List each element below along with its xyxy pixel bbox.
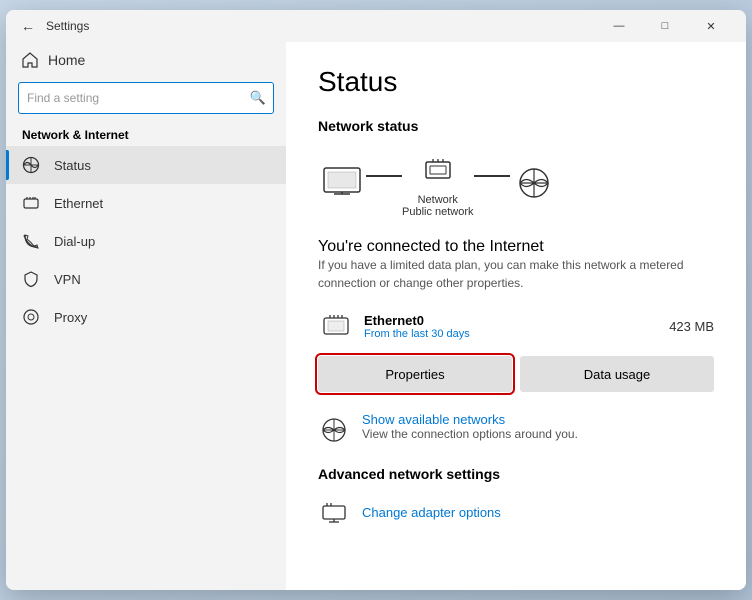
minimize-button[interactable]: — <box>596 10 642 42</box>
advanced-section-title: Advanced network settings <box>318 466 714 482</box>
show-networks-sub: View the connection options around you. <box>362 427 578 441</box>
search-box: 🔍 <box>18 82 274 114</box>
computer-node <box>318 164 366 204</box>
change-adapter-row[interactable]: Change adapter options <box>318 496 714 528</box>
adapter-name: Ethernet0 <box>364 313 669 328</box>
show-networks-row[interactable]: Show available networks View the connect… <box>318 412 714 446</box>
show-networks-text: Show available networks View the connect… <box>362 412 578 441</box>
adapter-buttons: Properties Data usage <box>318 356 714 392</box>
window-title: Settings <box>46 19 596 33</box>
sidebar-proxy-label: Proxy <box>54 310 87 325</box>
sidebar-section-label: Network & Internet <box>6 122 286 146</box>
sidebar-item-status[interactable]: Status <box>6 146 286 184</box>
connected-desc: If you have a limited data plan, you can… <box>318 256 714 292</box>
show-networks-title[interactable]: Show available networks <box>362 412 578 427</box>
adapter-row: Ethernet0 From the last 30 days 423 MB <box>318 308 714 344</box>
ethernet-icon <box>22 194 42 212</box>
home-icon <box>22 52 38 68</box>
sidebar-status-label: Status <box>54 158 91 173</box>
close-button[interactable]: ✕ <box>688 10 734 42</box>
globe-icon <box>510 164 558 204</box>
adapter-info: Ethernet0 From the last 30 days <box>364 313 669 340</box>
home-label: Home <box>48 52 85 68</box>
internet-node <box>510 164 558 204</box>
change-adapter-label[interactable]: Change adapter options <box>362 505 501 520</box>
data-usage-button[interactable]: Data usage <box>520 356 714 392</box>
router-node: Network Public network <box>402 150 474 218</box>
maximize-button[interactable]: □ <box>642 10 688 42</box>
computer-icon <box>318 164 366 204</box>
content-area: Home 🔍 Network & Internet <box>6 42 746 590</box>
settings-window: ← Settings — □ ✕ Home 🔍 <box>6 10 746 590</box>
adapter-options-icon <box>318 496 350 528</box>
sidebar-dialup-label: Dial-up <box>54 234 95 249</box>
sidebar-item-dialup[interactable]: Dial-up <box>6 222 286 260</box>
sidebar-item-home[interactable]: Home <box>6 42 286 78</box>
line-1 <box>366 175 402 177</box>
adapter-sub: From the last 30 days <box>364 328 669 340</box>
title-bar: ← Settings — □ ✕ <box>6 10 746 42</box>
network-status-section-title: Network status <box>318 118 714 134</box>
connected-title: You're connected to the Internet <box>318 238 714 256</box>
vpn-icon <box>22 270 42 288</box>
dialup-icon <box>22 232 42 250</box>
network-diagram: Network Public network <box>318 150 714 218</box>
back-button[interactable]: ← <box>18 16 38 36</box>
router-icon <box>414 150 462 190</box>
sidebar-vpn-label: VPN <box>54 272 81 287</box>
sidebar-item-ethernet[interactable]: Ethernet <box>6 184 286 222</box>
status-icon <box>22 156 42 174</box>
search-input[interactable] <box>18 82 274 114</box>
network-label: Network Public network <box>402 194 474 218</box>
main-content: Status Network status <box>286 42 746 590</box>
sidebar: Home 🔍 Network & Internet <box>6 42 286 590</box>
proxy-icon <box>22 308 42 326</box>
sidebar-item-proxy[interactable]: Proxy <box>6 298 286 336</box>
sidebar-ethernet-label: Ethernet <box>54 196 103 211</box>
window-controls: — □ ✕ <box>596 10 734 42</box>
line-2 <box>474 175 510 177</box>
properties-button[interactable]: Properties <box>318 356 512 392</box>
wifi-globe-icon <box>318 414 350 446</box>
page-title: Status <box>318 66 714 98</box>
adapter-icon <box>318 308 354 344</box>
search-icon: 🔍 <box>250 90 266 106</box>
sidebar-item-vpn[interactable]: VPN <box>6 260 286 298</box>
adapter-size: 423 MB <box>669 319 714 334</box>
